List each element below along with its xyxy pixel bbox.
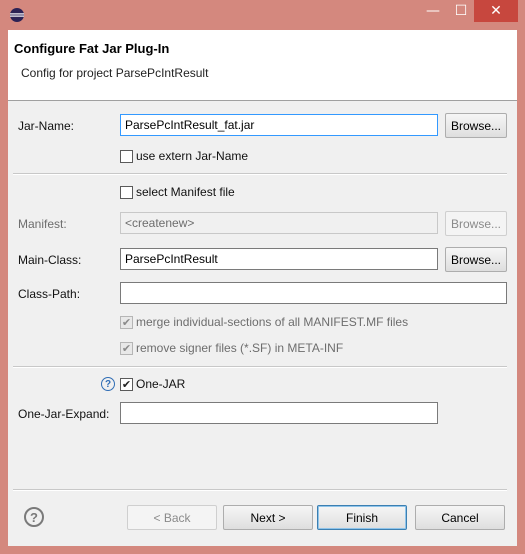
jar-name-label: Jar-Name: [18,119,75,133]
one-jar-label: One-JAR [136,377,186,391]
one-jar-checkbox[interactable]: ✔ [120,378,133,391]
separator-1 [13,173,507,175]
dialog-window: — ☐ ✕ Configure Fat Jar Plug-In Config f… [0,0,525,554]
manifest-input[interactable]: <createnew> [120,212,438,234]
cancel-button[interactable]: Cancel [415,505,505,530]
main-class-label: Main-Class: [18,253,82,267]
one-jar-expand-label: One-Jar-Expand: [18,407,110,421]
eclipse-icon [10,8,24,22]
merge-sections-checkbox[interactable]: ✔ [120,316,133,329]
jar-name-browse-button[interactable]: Browse... [445,113,507,138]
maximize-button[interactable]: ☐ [450,0,472,22]
maximize-icon: ☐ [454,3,468,19]
page-title: Configure Fat Jar Plug-In [14,41,170,56]
manifest-browse-button[interactable]: Browse... [445,211,507,236]
use-extern-label: use extern Jar-Name [136,149,249,163]
finish-button[interactable]: Finish [317,505,407,530]
help-icon[interactable]: ? [24,507,44,527]
minimize-button[interactable]: — [422,0,444,22]
jar-name-input[interactable]: ParsePcIntResult_fat.jar [120,114,438,136]
select-manifest-checkbox[interactable] [120,186,133,199]
one-jar-expand-input[interactable] [120,402,438,424]
next-button[interactable]: Next > [223,505,313,530]
page-subtitle: Config for project ParsePcIntResult [21,66,209,80]
separator-3 [13,489,507,491]
select-manifest-label: select Manifest file [136,185,235,199]
dialog-body: Configure Fat Jar Plug-In Config for pro… [8,30,517,546]
merge-sections-label: merge individual-sections of all MANIFES… [136,315,409,329]
class-path-label: Class-Path: [18,287,81,301]
use-extern-checkbox[interactable] [120,150,133,163]
main-class-browse-button[interactable]: Browse... [445,247,507,272]
separator-2 [13,366,507,368]
check-icon: ✔ [121,378,132,391]
minimize-icon: — [426,3,440,19]
remove-signer-label: remove signer files (*.SF) in META-INF [136,341,344,355]
close-icon: ✕ [490,3,502,19]
class-path-input[interactable] [120,282,507,304]
back-button[interactable]: < Back [127,505,217,530]
one-jar-help-icon[interactable]: ? [101,377,115,391]
main-class-input[interactable]: ParsePcIntResult [120,248,438,270]
dialog-header: Configure Fat Jar Plug-In Config for pro… [8,30,517,101]
check-icon: ✔ [121,342,132,355]
manifest-label: Manifest: [18,217,67,231]
title-bar[interactable]: — ☐ ✕ [0,0,525,30]
close-button[interactable]: ✕ [474,0,518,22]
check-icon: ✔ [121,316,132,329]
remove-signer-checkbox[interactable]: ✔ [120,342,133,355]
